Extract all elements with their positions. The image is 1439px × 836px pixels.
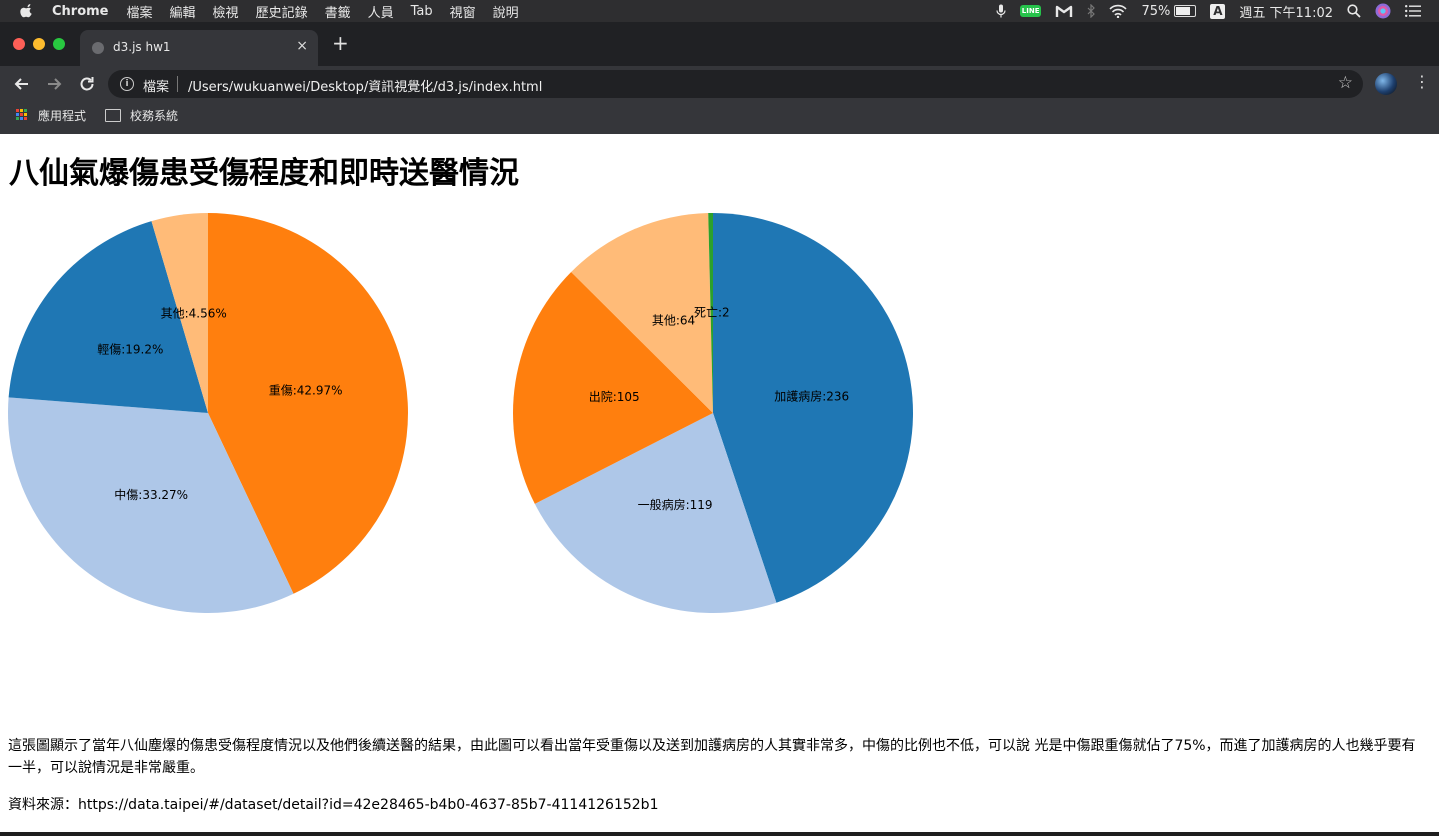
- pie-chart-2: 加護病房:236 一般病房:119 出院:105 其他:64死亡:2: [513, 213, 914, 614]
- data-source: 資料來源：https://data.taipei/#/dataset/detai…: [8, 797, 659, 813]
- battery-indicator[interactable]: 75%: [1141, 3, 1197, 19]
- pie-chart-1: 重傷:42.97% 中傷:33.27% 輕傷:19.2% 其他:4.56%: [8, 213, 408, 613]
- spotlight-search-icon[interactable]: [1347, 4, 1361, 18]
- siri-icon[interactable]: [1375, 3, 1391, 19]
- bluetooth-icon[interactable]: [1087, 4, 1096, 18]
- address-bar[interactable]: i 檔案 /Users/wukuanwei/Desktop/資訊視覺化/d3.j…: [108, 70, 1363, 98]
- address-scheme: 檔案: [143, 80, 170, 95]
- bookmark-star-icon[interactable]: ☆: [1338, 73, 1353, 93]
- new-tab-button[interactable]: +: [332, 33, 349, 53]
- apple-icon[interactable]: [20, 4, 34, 18]
- browser-toolbar: i 檔案 /Users/wukuanwei/Desktop/資訊視覺化/d3.j…: [0, 66, 1439, 102]
- globe-icon: [92, 42, 104, 54]
- pie-label-2-1: 加護病房:236: [774, 388, 849, 403]
- pie-label-2-3: 出院:105: [589, 390, 640, 404]
- pie-label-1-2: 中傷:33.27%: [114, 487, 188, 502]
- more-menu-icon[interactable]: ⋮: [1414, 72, 1430, 91]
- profile-avatar[interactable]: [1375, 73, 1397, 95]
- line-app-icon[interactable]: LINE: [1019, 5, 1042, 17]
- input-source-icon[interactable]: A: [1210, 3, 1226, 19]
- wifi-icon[interactable]: [1109, 4, 1128, 18]
- window-zoom-button[interactable]: [53, 38, 65, 50]
- battery-percent: 75%: [1141, 3, 1171, 19]
- window-bottom-edge: [0, 832, 1439, 836]
- address-separator: [177, 76, 178, 92]
- tab-active[interactable]: d3.js hw1 ×: [80, 30, 318, 66]
- menu-bookmarks[interactable]: 書籤: [325, 2, 351, 21]
- page-description: 這張圖顯示了當年八仙塵爆的傷患受傷程度情況以及他們後續送醫的結果，由此圖可以看出…: [8, 738, 1416, 776]
- folder-icon: [105, 108, 121, 122]
- menu-people[interactable]: 人員: [368, 2, 394, 21]
- menu-file[interactable]: 檔案: [127, 2, 153, 21]
- pie-label-1-4: 其他:4.56%: [161, 307, 227, 321]
- microphone-icon[interactable]: [996, 4, 1006, 18]
- app-menu-chrome[interactable]: Chrome: [52, 4, 109, 19]
- bookmarks-bar: 應用程式 校務系統: [0, 102, 1439, 134]
- malwarebytes-icon[interactable]: [1055, 4, 1073, 18]
- reload-icon[interactable]: [77, 74, 97, 94]
- apps-grid-icon: [16, 109, 28, 121]
- pie-label-2-5: 死亡:2: [694, 306, 730, 320]
- tab-close-button[interactable]: ×: [296, 38, 308, 54]
- clock[interactable]: 週五 下午11:02: [1239, 2, 1333, 21]
- status-area: LINE 75% A 週五 下午11:02: [982, 0, 1439, 22]
- pie-label-1-3: 輕傷:19.2%: [97, 342, 163, 357]
- page-content: 八仙氣爆傷患受傷程度和即時送醫情況 重傷:42.97% 中傷:33.27% 輕傷:1…: [0, 134, 1439, 832]
- tab-strip: d3.js hw1 × +: [0, 22, 1439, 66]
- forward-arrow-icon[interactable]: [44, 74, 64, 94]
- menu-tab[interactable]: Tab: [411, 4, 433, 19]
- address-url[interactable]: /Users/wukuanwei/Desktop/資訊視覺化/d3.js/ind…: [188, 76, 542, 95]
- bookmark-apps[interactable]: 應用程式: [16, 102, 86, 128]
- pie-label-2-4: 其他:64: [652, 314, 695, 328]
- menu-bar: Chrome 檔案 編輯 檢視 歷史記錄 書籤 人員 Tab 視窗 說明 LIN…: [0, 0, 1439, 22]
- battery-icon: [1174, 5, 1197, 17]
- window-close-button[interactable]: [13, 38, 25, 50]
- bookmark-folder-label: 校務系統: [130, 108, 179, 123]
- menu-edit[interactable]: 編輯: [170, 2, 196, 21]
- menu-view[interactable]: 檢視: [213, 2, 239, 21]
- pie-charts: 重傷:42.97% 中傷:33.27% 輕傷:19.2% 其他:4.56% 加護病房:2…: [8, 213, 914, 614]
- tab-title: d3.js hw1: [113, 40, 171, 54]
- window-minimize-button[interactable]: [33, 38, 45, 50]
- notification-center-icon[interactable]: [1405, 5, 1421, 17]
- menu-window[interactable]: 視窗: [450, 2, 476, 21]
- info-icon[interactable]: i: [120, 77, 134, 91]
- pie-label-2-2: 一般病房:119: [638, 497, 713, 512]
- menu-history[interactable]: 歷史記錄: [256, 2, 308, 21]
- pie-label-1-1: 重傷:42.97%: [269, 383, 343, 398]
- bookmark-apps-label: 應用程式: [38, 108, 87, 123]
- bookmark-folder-school[interactable]: 校務系統: [105, 102, 178, 128]
- menu-help[interactable]: 說明: [493, 2, 519, 21]
- back-arrow-icon[interactable]: [12, 74, 32, 94]
